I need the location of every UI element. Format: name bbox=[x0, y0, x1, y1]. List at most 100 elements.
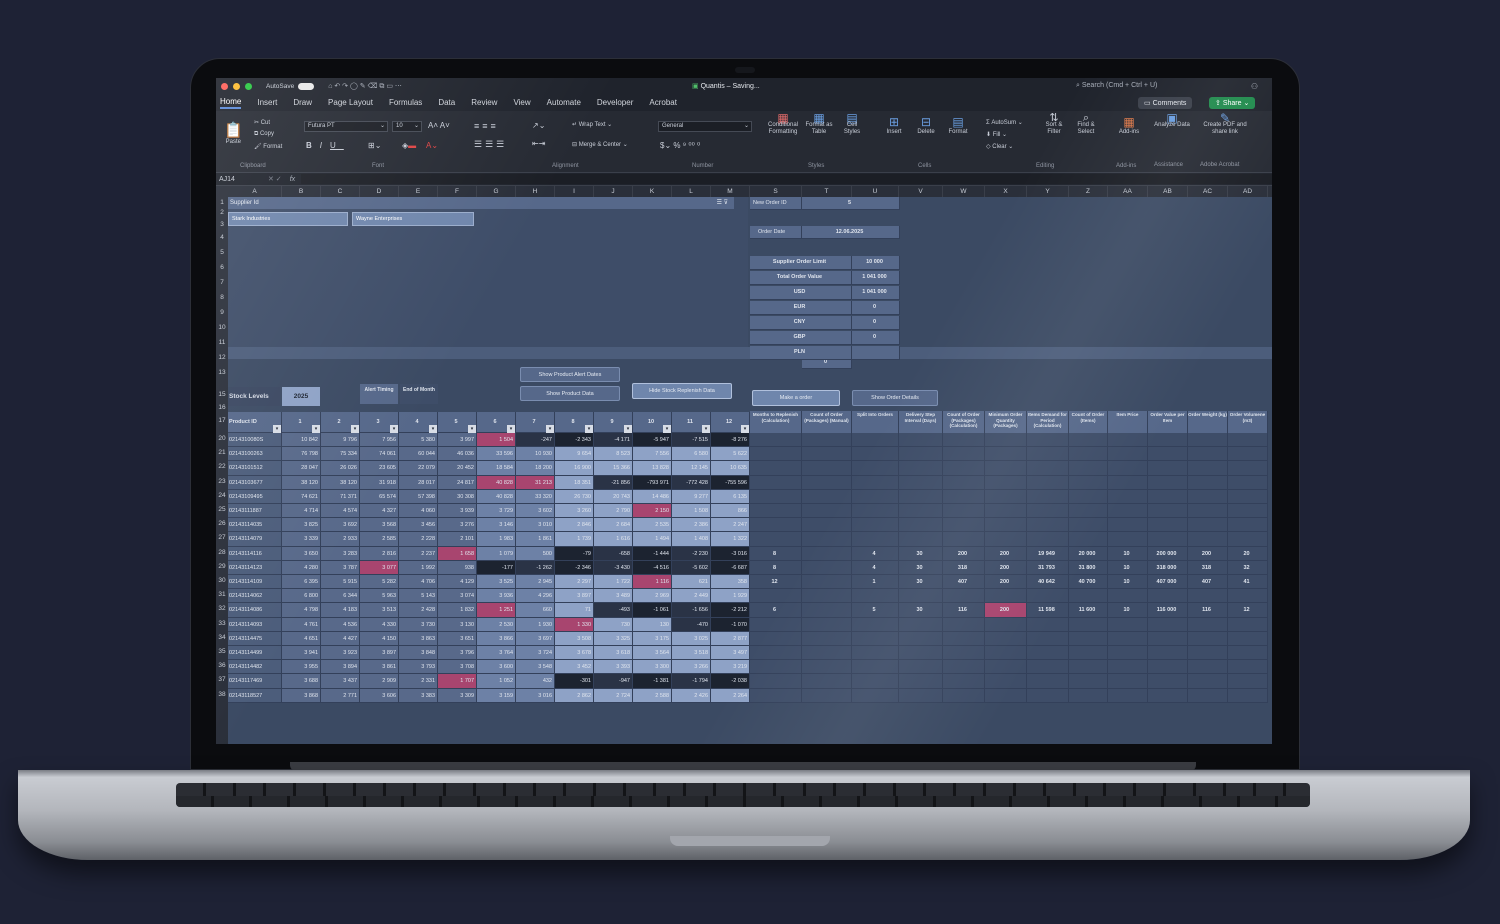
stock-value-cell[interactable]: 3 025 bbox=[672, 631, 711, 646]
replenish-value-cell[interactable] bbox=[1108, 674, 1148, 689]
product-id-cell[interactable]: 02143117469 bbox=[228, 674, 282, 689]
stock-value-cell[interactable]: -1 794 bbox=[672, 674, 711, 689]
product-id-cell[interactable]: 02143111887 bbox=[228, 504, 282, 519]
replenish-value-cell[interactable] bbox=[899, 674, 943, 689]
stock-value-cell[interactable]: 28 017 bbox=[399, 475, 438, 490]
stock-value-cell[interactable]: 3 456 bbox=[399, 518, 438, 533]
stock-value-cell[interactable]: -772 428 bbox=[672, 475, 711, 490]
column-header[interactable]: B bbox=[282, 186, 321, 197]
stock-value-cell[interactable]: 7 956 bbox=[360, 433, 399, 448]
vertical-align-icons[interactable]: ≡≡≡ bbox=[474, 121, 499, 131]
fill-button[interactable]: ⬇ Fill ⌄ bbox=[986, 131, 1007, 138]
stock-value-cell[interactable]: 2 264 bbox=[711, 688, 750, 703]
replenish-value-cell[interactable] bbox=[1069, 461, 1108, 476]
stock-value-cell[interactable]: 4 280 bbox=[282, 560, 321, 575]
stock-value-cell[interactable]: 20 743 bbox=[594, 489, 633, 504]
stock-value-cell[interactable]: 16 900 bbox=[555, 461, 594, 476]
stock-value-cell[interactable]: 4 536 bbox=[321, 617, 360, 632]
filter-dropdown-icon[interactable]: ▾ bbox=[585, 425, 593, 433]
stock-value-cell[interactable]: 3 894 bbox=[321, 660, 360, 675]
close-window-button[interactable] bbox=[221, 82, 228, 90]
replenish-value-cell[interactable] bbox=[1069, 504, 1108, 519]
stock-value-cell[interactable]: 4 427 bbox=[321, 631, 360, 646]
replenish-value-cell[interactable] bbox=[1069, 660, 1108, 675]
stock-value-cell[interactable]: 3 796 bbox=[438, 646, 477, 661]
tab-review[interactable]: Review bbox=[471, 98, 497, 107]
stock-value-cell[interactable]: 3 939 bbox=[438, 504, 477, 519]
quick-access-toolbar-icons[interactable]: ⌂ ↶ ↷ ◯ ✎ ⌫ ⧉ ▭ ⋯ bbox=[328, 82, 402, 91]
stock-value-cell[interactable]: 130 bbox=[633, 617, 672, 632]
replenish-value-cell[interactable] bbox=[985, 688, 1027, 703]
row-header[interactable]: 2 bbox=[216, 207, 228, 218]
replenish-value-cell[interactable] bbox=[985, 447, 1027, 462]
stock-value-cell[interactable]: -3 016 bbox=[711, 546, 750, 561]
stock-value-cell[interactable]: 3 309 bbox=[438, 688, 477, 703]
stock-value-cell[interactable]: 1 983 bbox=[477, 532, 516, 547]
replenish-value-cell[interactable]: 318 bbox=[1188, 560, 1228, 575]
replenish-value-cell[interactable] bbox=[802, 504, 852, 519]
stock-value-cell[interactable]: 3 618 bbox=[594, 646, 633, 661]
row-header[interactable]: 10 bbox=[216, 322, 228, 333]
slicer-item-wayne[interactable]: Wayne Enterprises bbox=[352, 212, 474, 226]
row-header[interactable]: 32 bbox=[216, 603, 228, 614]
stock-value-cell[interactable]: -6 687 bbox=[711, 560, 750, 575]
stock-value-cell[interactable]: 2 247 bbox=[711, 518, 750, 533]
stock-value-cell[interactable]: 4 129 bbox=[438, 575, 477, 590]
column-header[interactable]: AA bbox=[1108, 186, 1148, 197]
stock-value-cell[interactable]: 3 159 bbox=[477, 688, 516, 703]
replenish-value-cell[interactable] bbox=[1188, 532, 1228, 547]
replenish-value-cell[interactable] bbox=[985, 617, 1027, 632]
tab-insert[interactable]: Insert bbox=[257, 98, 277, 107]
stock-value-cell[interactable]: 3 393 bbox=[594, 660, 633, 675]
replenish-column-header[interactable]: Order Weight (kg) bbox=[1188, 411, 1228, 433]
replenish-value-cell[interactable]: 407 000 bbox=[1148, 575, 1188, 590]
replenish-value-cell[interactable] bbox=[1108, 617, 1148, 632]
stock-value-cell[interactable]: 3 437 bbox=[321, 674, 360, 689]
replenish-value-cell[interactable] bbox=[802, 631, 852, 646]
analyze-data-button[interactable]: ▣ Analyze Data bbox=[1152, 112, 1192, 129]
column-header[interactable]: K bbox=[633, 186, 672, 197]
stock-value-cell[interactable]: 2 771 bbox=[321, 688, 360, 703]
row-header[interactable]: 25 bbox=[216, 504, 228, 515]
replenish-value-cell[interactable] bbox=[750, 617, 802, 632]
replenish-value-cell[interactable] bbox=[1108, 447, 1148, 462]
product-id-cell[interactable]: 02143114086 bbox=[228, 603, 282, 618]
stock-value-cell[interactable]: 33 320 bbox=[516, 489, 555, 504]
replenish-value-cell[interactable] bbox=[899, 646, 943, 661]
replenish-value-cell[interactable] bbox=[985, 504, 1027, 519]
stock-value-cell[interactable]: 2 585 bbox=[360, 532, 399, 547]
replenish-column-header[interactable]: Months to Replenish (Calculation) bbox=[750, 411, 802, 433]
product-id-cell[interactable]: 02143114116 bbox=[228, 546, 282, 561]
tab-page-layout[interactable]: Page Layout bbox=[328, 98, 373, 107]
replenish-value-cell[interactable] bbox=[1228, 646, 1268, 661]
replenish-value-cell[interactable] bbox=[802, 546, 852, 561]
new-order-value[interactable]: 5 bbox=[802, 197, 900, 210]
replenish-value-cell[interactable] bbox=[852, 532, 899, 547]
replenish-value-cell[interactable] bbox=[1108, 688, 1148, 703]
row-header[interactable]: 35 bbox=[216, 646, 228, 657]
stock-value-cell[interactable]: 3 650 bbox=[282, 546, 321, 561]
stock-value-cell[interactable]: 5 143 bbox=[399, 589, 438, 604]
row-header[interactable]: 9 bbox=[216, 307, 228, 318]
stock-value-cell[interactable]: 1 992 bbox=[399, 560, 438, 575]
column-header[interactable]: I bbox=[555, 186, 594, 197]
stock-value-cell[interactable]: 4 714 bbox=[282, 504, 321, 519]
replenish-value-cell[interactable] bbox=[1027, 617, 1069, 632]
replenish-value-cell[interactable] bbox=[1188, 660, 1228, 675]
stock-value-cell[interactable]: 3 146 bbox=[477, 518, 516, 533]
stock-value-cell[interactable]: 1 508 bbox=[672, 504, 711, 519]
addins-button[interactable]: ▦ Add-ins bbox=[1112, 115, 1146, 135]
replenish-value-cell[interactable] bbox=[750, 433, 802, 448]
stock-value-cell[interactable]: 9 796 bbox=[321, 433, 360, 448]
replenish-value-cell[interactable] bbox=[985, 532, 1027, 547]
replenish-value-cell[interactable] bbox=[1027, 674, 1069, 689]
replenish-value-cell[interactable]: 200 bbox=[985, 575, 1027, 590]
replenish-value-cell[interactable] bbox=[1108, 589, 1148, 604]
replenish-value-cell[interactable]: 4 bbox=[852, 546, 899, 561]
stock-value-cell[interactable]: 3 548 bbox=[516, 660, 555, 675]
replenish-value-cell[interactable] bbox=[943, 433, 985, 448]
replenish-value-cell[interactable] bbox=[1148, 589, 1188, 604]
make-order-button[interactable]: Make a order bbox=[752, 390, 840, 406]
row-header[interactable]: 13 bbox=[216, 367, 228, 378]
replenish-value-cell[interactable]: 200 bbox=[985, 560, 1027, 575]
